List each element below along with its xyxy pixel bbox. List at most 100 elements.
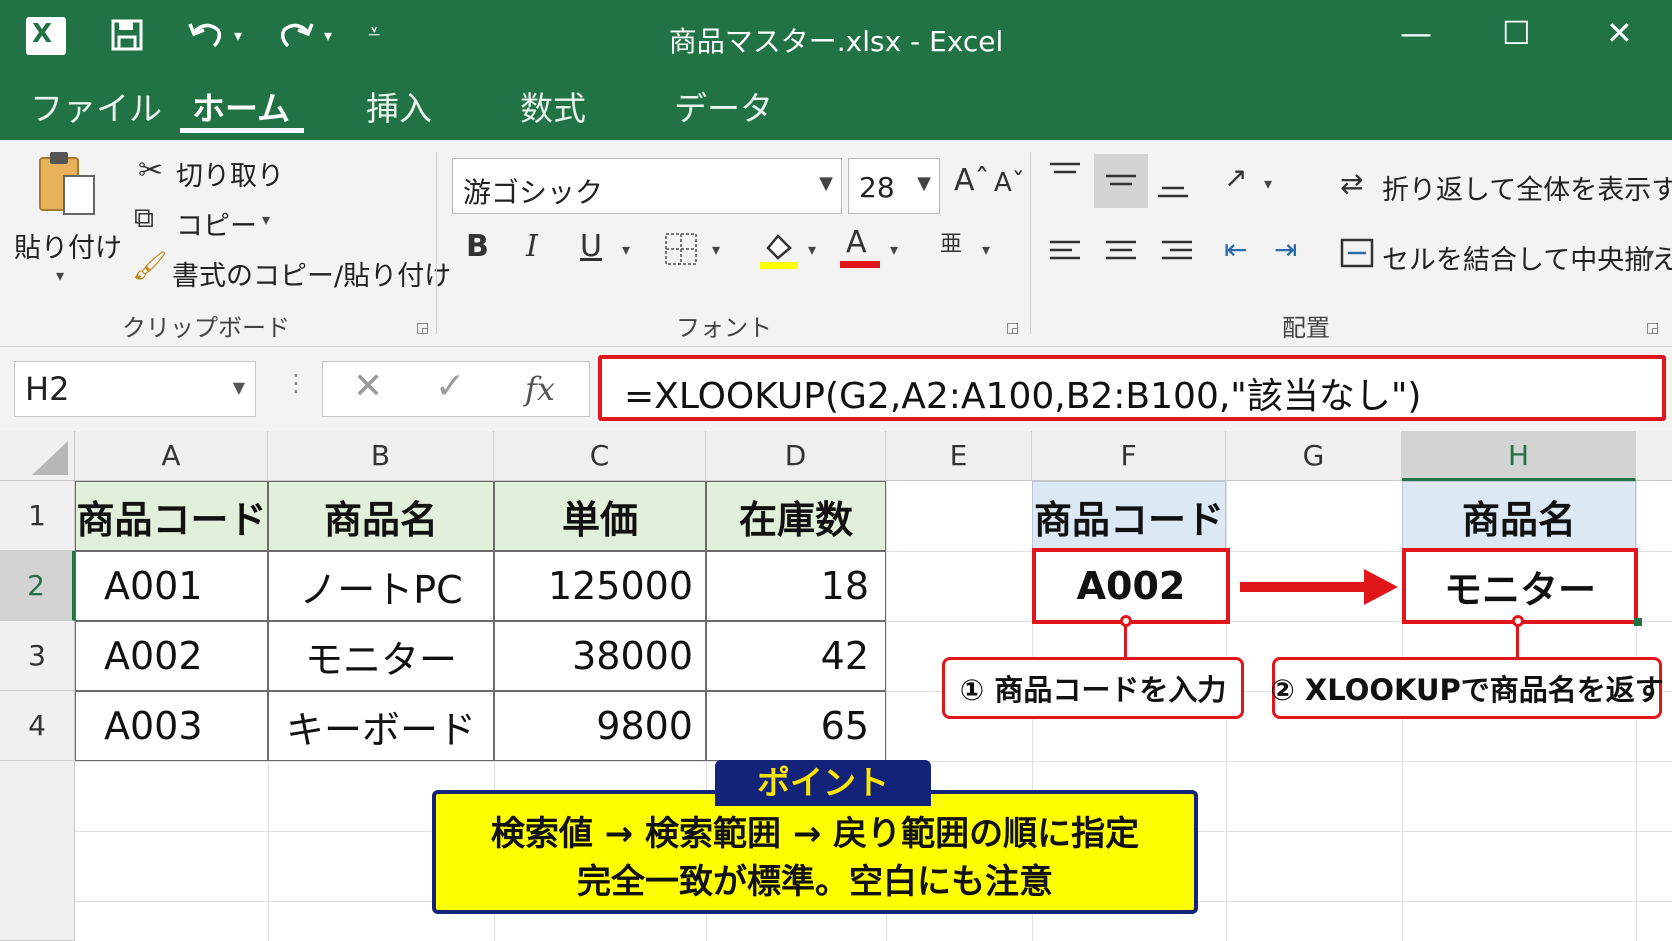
chevron-down-icon[interactable]: ▼ [917,173,931,194]
lookup-output-cell[interactable]: モニター [1402,548,1638,624]
font-size-value: 28 [859,171,895,204]
tab-data[interactable]: データ [674,82,773,130]
decrease-indent-icon[interactable]: ⇤ [1224,236,1247,264]
column-header-b[interactable]: B [268,431,494,481]
lookup-input-cell[interactable]: A002 [1032,548,1230,624]
italic-button[interactable]: I [526,232,538,262]
phonetic-guide-icon[interactable]: 亜 [940,234,962,256]
format-painter-icon[interactable]: 🖌 [132,252,168,280]
cut-button[interactable]: 切り取り [176,154,284,193]
borders-icon[interactable] [664,232,698,272]
column-header-h[interactable]: H [1402,431,1636,481]
column-header-c[interactable]: C [494,431,706,481]
table-cell[interactable]: 42 [706,621,886,691]
column-header-f[interactable]: F [1032,431,1226,481]
name-box[interactable]: H2 ▼ [14,361,256,417]
paste-icon[interactable] [36,150,98,222]
column-header-d[interactable]: D [706,431,886,481]
cut-icon[interactable]: ✂ [138,156,163,186]
wrap-text-icon[interactable]: ⇄ [1340,170,1363,198]
merge-dropdown-icon[interactable]: ▾ [1646,244,1654,263]
tab-file[interactable]: ファイル [30,82,162,130]
table-cell[interactable]: モニター [268,621,494,691]
close-button[interactable]: ✕ [1606,14,1633,52]
align-middle-button[interactable] [1094,154,1148,208]
table-cell[interactable]: A002 [75,621,268,691]
row-header-empty [0,761,75,941]
alignment-launcher-icon[interactable]: ◲ [1646,320,1659,336]
table-header-name[interactable]: 商品名 [268,481,494,551]
table-cell[interactable]: 125000 [494,551,706,621]
format-painter-button[interactable]: 書式のコピー/貼り付け [172,254,451,293]
align-right-icon[interactable] [1162,238,1192,272]
insert-function-icon[interactable]: fx [525,370,555,408]
fill-color-icon[interactable] [760,230,798,276]
minimize-button[interactable]: — [1400,14,1432,52]
table-cell[interactable]: 9800 [494,691,706,761]
align-bottom-icon[interactable] [1158,176,1188,208]
lookup-output-header[interactable]: 商品名 [1402,481,1636,551]
column-header-e[interactable]: E [886,431,1032,481]
table-cell[interactable]: 18 [706,551,886,621]
phonetic-dropdown-icon[interactable]: ▾ [982,240,990,259]
align-top-icon[interactable] [1050,160,1080,192]
table-header-stock[interactable]: 在庫数 [706,481,886,551]
select-all-button[interactable] [0,431,75,481]
clipboard-launcher-icon[interactable]: ◲ [416,320,429,336]
column-header-g[interactable]: G [1226,431,1402,481]
merge-center-icon[interactable] [1340,236,1374,276]
row-header-1[interactable]: 1 [0,481,75,551]
fill-color-dropdown-icon[interactable]: ▾ [808,240,816,259]
underline-dropdown-icon[interactable]: ▾ [622,240,630,259]
bold-button[interactable]: B [466,232,489,262]
row-header-4[interactable]: 4 [0,691,75,761]
cancel-entry-icon[interactable]: ✕ [353,366,383,407]
font-color-icon[interactable]: A [840,228,880,274]
table-cell[interactable]: 65 [706,691,886,761]
chevron-down-icon[interactable]: ▼ [819,173,833,194]
underline-button[interactable]: U [580,232,602,262]
selection-fill-handle[interactable] [1634,618,1642,626]
formula-input[interactable]: =XLOOKUP(G2,A2:A100,B2:B100,"該当なし") [598,355,1666,421]
font-color-letter: A [846,225,867,260]
orientation-dropdown-icon[interactable]: ▾ [1264,174,1272,193]
copy-dropdown-icon[interactable]: ▾ [262,210,270,229]
wrap-text-button[interactable]: 折り返して全体を表示する [1382,168,1672,207]
row-header-2[interactable]: 2 [0,551,75,621]
table-cell[interactable]: A003 [75,691,268,761]
alignment-group-label: 配置 [1282,314,1330,342]
font-group-label: フォント [676,314,772,342]
chevron-down-icon[interactable]: ▼ [233,378,245,397]
copy-button[interactable]: コピー [176,204,257,243]
table-cell[interactable]: A001 [75,551,268,621]
increase-font-icon[interactable]: Aˆ [954,166,990,196]
table-header-code[interactable]: 商品コード [75,481,268,551]
paste-button[interactable]: 貼り付け [14,226,122,265]
borders-dropdown-icon[interactable]: ▾ [712,240,720,259]
row-header-3[interactable]: 3 [0,621,75,691]
maximize-button[interactable]: ☐ [1502,14,1531,52]
align-left-icon[interactable] [1050,238,1080,272]
lookup-input-header[interactable]: 商品コード [1032,481,1226,551]
tab-home[interactable]: ホーム [192,82,290,130]
font-color-dropdown-icon[interactable]: ▾ [890,240,898,259]
table-cell[interactable]: ノートPC [268,551,494,621]
increase-indent-icon[interactable]: ⇥ [1274,236,1297,264]
confirm-entry-icon[interactable]: ✓ [435,366,465,407]
font-size-combo[interactable]: 28 ▼ [848,158,940,214]
tab-formulas[interactable]: 数式 [520,82,586,130]
decrease-font-icon[interactable]: Aˇ [994,170,1025,196]
paste-dropdown-icon[interactable]: ▾ [56,266,64,285]
formula-bar: H2 ▼ ⋮ ✕ ✓ fx =XLOOKUP(G2,A2:A100,B2:B10… [0,347,1672,431]
orientation-icon[interactable]: ↗ [1224,164,1247,192]
align-center-icon[interactable] [1106,238,1136,272]
copy-icon[interactable]: ⧉ [134,204,154,232]
table-cell[interactable]: キーボード [268,691,494,761]
column-header-a[interactable]: A [75,431,268,481]
font-name-combo[interactable]: 游ゴシック ▼ [452,158,842,214]
tab-insert[interactable]: 挿入 [366,82,432,130]
table-header-price[interactable]: 単価 [494,481,706,551]
table-cell[interactable]: 38000 [494,621,706,691]
font-launcher-icon[interactable]: ◲ [1006,320,1019,336]
merge-center-button[interactable]: セルを結合して中央揃え [1382,238,1672,277]
